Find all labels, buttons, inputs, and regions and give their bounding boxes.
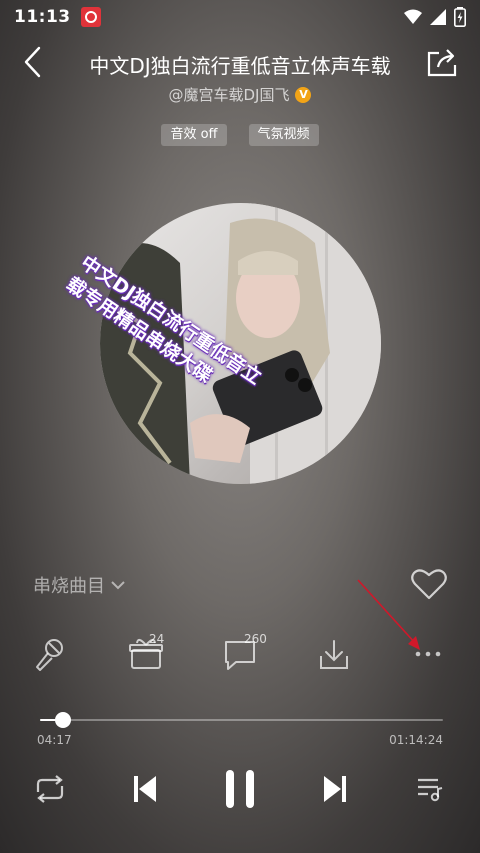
gift-count: 24 xyxy=(149,632,165,646)
sound-effect-tag[interactable]: 音效 off xyxy=(161,124,227,146)
verified-badge-icon: V xyxy=(295,86,312,103)
previous-icon xyxy=(134,776,156,802)
signal-icon xyxy=(430,9,446,25)
current-time: 04:17 xyxy=(37,733,72,747)
pause-icon xyxy=(226,770,254,808)
feature-tags: 音效 off 气氛视频 xyxy=(0,124,480,146)
next-icon xyxy=(324,776,346,802)
share-button[interactable] xyxy=(422,42,462,82)
status-icons xyxy=(404,7,466,27)
playback-controls xyxy=(0,766,480,812)
artist-row[interactable]: @魔宫车载DJ国飞 V xyxy=(0,84,480,105)
app-notification-icon xyxy=(80,7,101,27)
previous-button[interactable] xyxy=(128,770,162,808)
gift-button[interactable]: 24 xyxy=(128,632,168,672)
download-button[interactable] xyxy=(316,636,356,672)
download-icon xyxy=(320,640,348,669)
battery-icon xyxy=(454,7,466,27)
total-time: 01:14:24 xyxy=(389,733,443,747)
repeat-button[interactable] xyxy=(31,772,69,806)
pause-button[interactable] xyxy=(220,766,260,812)
chevron-left-icon xyxy=(24,46,41,78)
chevron-down-icon xyxy=(111,581,125,590)
wifi-icon xyxy=(404,9,422,24)
sing-button[interactable] xyxy=(32,636,72,672)
playlist-label: 串烧曲目 xyxy=(33,576,105,597)
playlist-icon xyxy=(418,778,443,802)
next-button[interactable] xyxy=(318,770,352,808)
microphone-icon xyxy=(36,639,63,671)
playlist-selector[interactable]: 串烧曲目 xyxy=(33,572,125,598)
player-header: 中文DJ独白流行重低音立体声车载 xyxy=(0,40,480,90)
comment-count: 260 xyxy=(244,632,267,646)
progress-knob[interactable] xyxy=(55,712,72,728)
playlist-queue-button[interactable] xyxy=(414,772,446,806)
comment-button[interactable]: 260 xyxy=(222,632,267,672)
annotation-arrow-icon xyxy=(357,579,420,650)
status-time: 11:13 xyxy=(14,7,71,27)
ambient-video-tag[interactable]: 气氛视频 xyxy=(248,124,319,146)
back-button[interactable] xyxy=(14,42,50,82)
progress-track xyxy=(40,719,443,721)
repeat-icon xyxy=(36,775,64,803)
progress-bar[interactable] xyxy=(40,712,443,728)
status-bar: 11:13 xyxy=(0,0,480,34)
share-icon xyxy=(427,49,457,77)
song-title: 中文DJ独白流行重低音立体声车载 xyxy=(89,54,391,78)
artist-name[interactable]: @魔宫车载DJ国飞 xyxy=(169,84,290,105)
